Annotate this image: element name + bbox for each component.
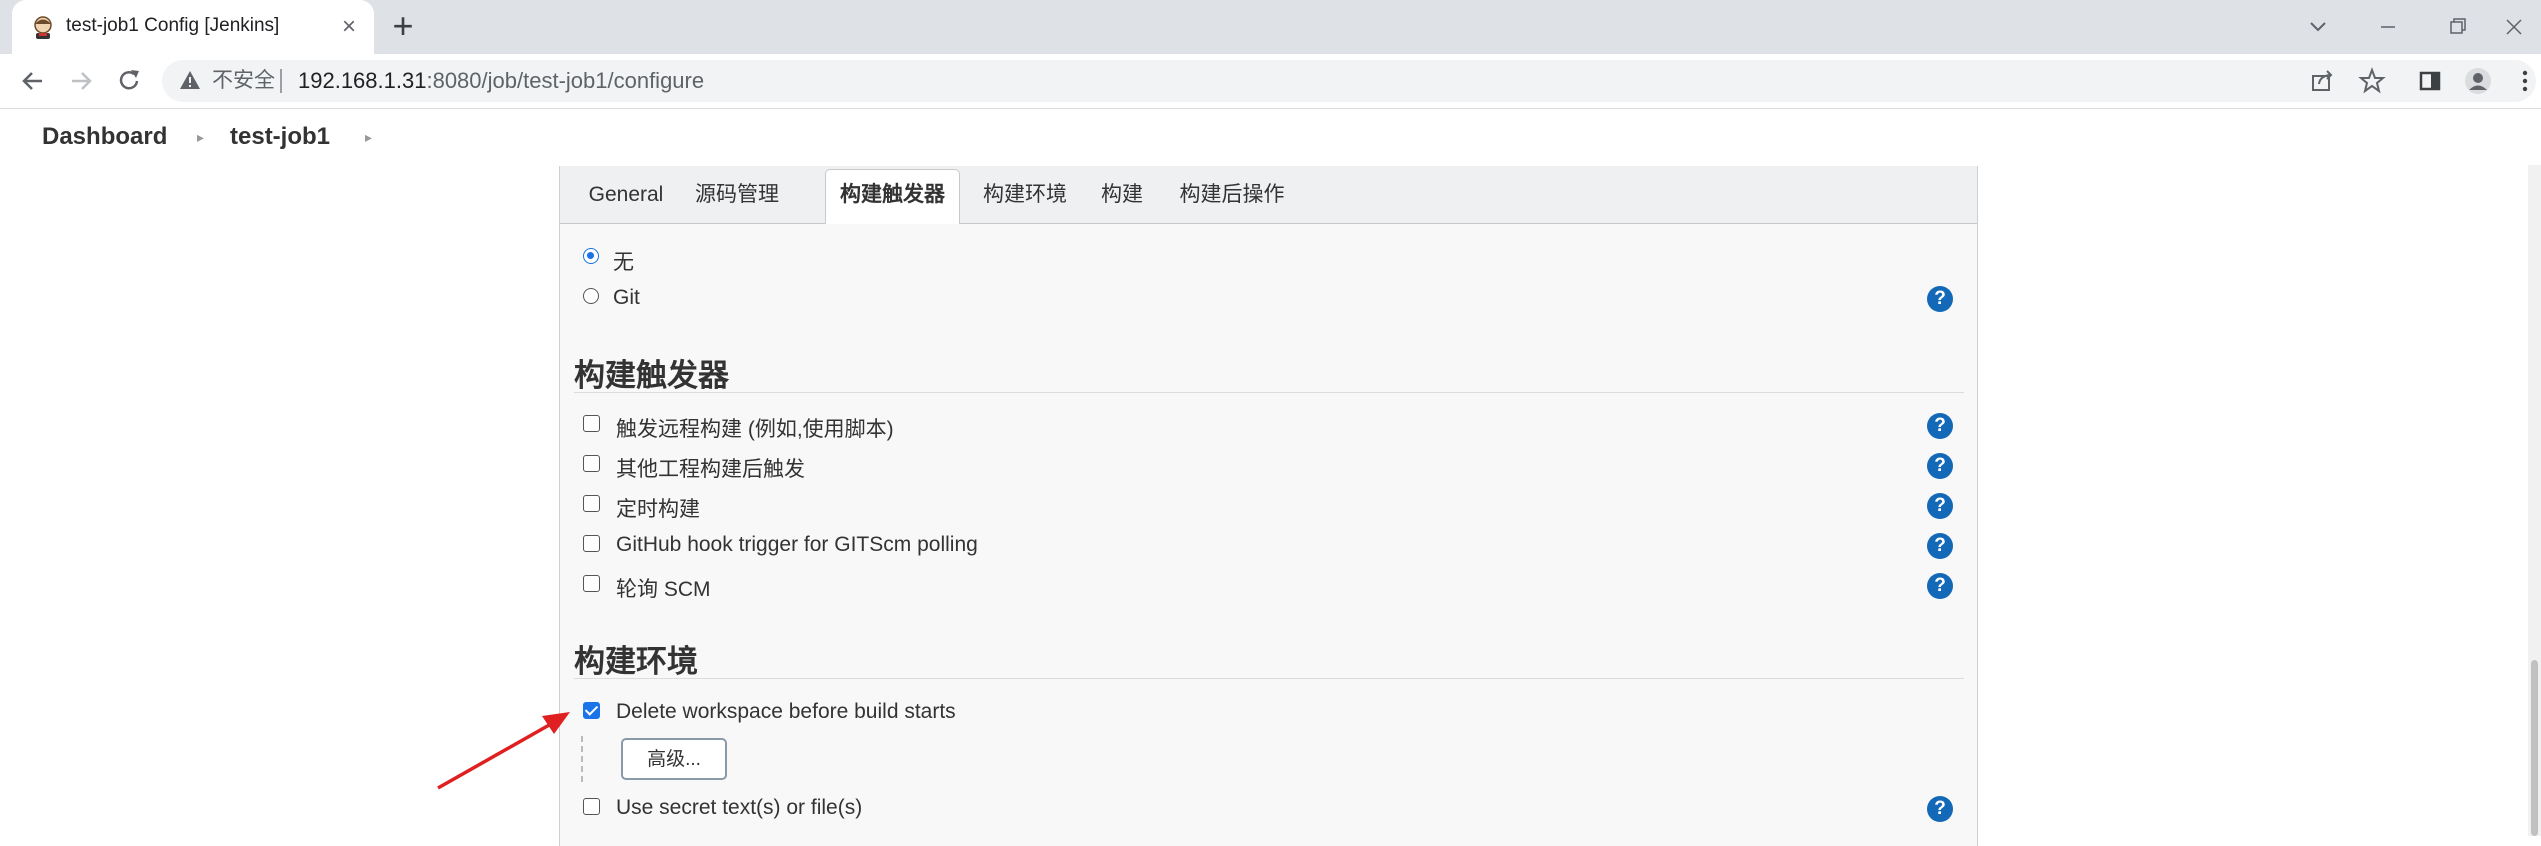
advanced-button[interactable]: 高级...	[621, 738, 727, 780]
annotation-arrow-icon	[437, 712, 570, 790]
help-icon[interactable]: ?	[1927, 573, 1953, 599]
section-title-environment: 构建环境	[574, 644, 698, 679]
back-icon[interactable]	[16, 64, 50, 98]
tab-build-triggers[interactable]: 构建触发器	[825, 169, 960, 224]
nested-options-guide	[581, 736, 583, 782]
star-icon[interactable]	[2356, 65, 2388, 97]
section-divider	[574, 678, 1964, 679]
tab-post-build[interactable]: 构建后操作	[1164, 166, 1300, 223]
reload-icon[interactable]	[112, 64, 146, 98]
url-path: :8080/job/test-job1/configure	[426, 68, 705, 93]
profile-icon[interactable]	[2462, 65, 2494, 97]
trigger-remote-checkbox[interactable]	[583, 415, 600, 432]
trigger-remote-label: 触发远程构建 (例如,使用脚本)	[616, 418, 894, 441]
tab-build[interactable]: 构建	[1092, 166, 1152, 223]
new-tab-button[interactable]: +	[386, 8, 420, 44]
sidebar-icon[interactable]	[2414, 65, 2446, 97]
tab-scm[interactable]: 源码管理	[686, 166, 788, 223]
warning-icon[interactable]	[178, 68, 202, 92]
insecure-label[interactable]: 不安全	[212, 60, 275, 102]
scm-none-label: 无	[613, 251, 634, 274]
help-icon[interactable]: ?	[1927, 796, 1953, 822]
scm-git-radio[interactable]	[583, 288, 599, 304]
breadcrumb: Dashboard ▸ test-job1 ▸	[0, 109, 2541, 165]
trigger-cron-checkbox[interactable]	[583, 495, 600, 512]
tab-close-icon[interactable]: ×	[336, 14, 362, 40]
breadcrumb-job[interactable]: test-job1	[230, 109, 330, 165]
delete-workspace-label: Delete workspace before build starts	[616, 700, 956, 723]
url-text[interactable]: 192.168.1.31:8080/job/test-job1/configur…	[298, 60, 704, 102]
trigger-upstream-label: 其他工程构建后触发	[616, 458, 805, 481]
tab-general[interactable]: General	[576, 166, 676, 223]
url-host: 192.168.1.31	[298, 68, 427, 93]
close-window-icon[interactable]	[2492, 8, 2536, 46]
help-icon[interactable]: ?	[1927, 493, 1953, 519]
secret-files-checkbox[interactable]	[583, 798, 600, 815]
menu-icon[interactable]	[2509, 65, 2541, 97]
help-icon[interactable]: ?	[1927, 413, 1953, 439]
scrollbar-thumb[interactable]	[2531, 660, 2538, 836]
forward-icon[interactable]	[64, 64, 98, 98]
trigger-github-hook-checkbox[interactable]	[583, 535, 600, 552]
config-panel: General 源码管理 构建触发器 构建环境 构建 构建后操作 无 Git ?…	[559, 166, 1978, 846]
trigger-poll-scm-checkbox[interactable]	[583, 575, 600, 592]
delete-workspace-checkbox[interactable]	[583, 702, 600, 719]
trigger-poll-scm-label: 轮询 SCM	[616, 578, 711, 601]
help-icon[interactable]: ?	[1927, 533, 1953, 559]
breadcrumb-chevron-icon[interactable]: ▸	[365, 109, 372, 165]
trigger-github-hook-label: GitHub hook trigger for GITScm polling	[616, 533, 978, 556]
scm-none-radio[interactable]	[583, 248, 599, 264]
breadcrumb-dashboard[interactable]: Dashboard	[42, 109, 167, 165]
help-icon[interactable]: ?	[1927, 286, 1953, 312]
browser-toolbar: 不安全 192.168.1.31:8080/job/test-job1/conf…	[0, 54, 2541, 109]
tab-title: test-job1 Config [Jenkins]	[66, 15, 280, 36]
share-icon[interactable]	[2306, 65, 2338, 97]
address-bar[interactable]: 不安全 192.168.1.31:8080/job/test-job1/conf…	[162, 60, 2536, 102]
tab-build-environment[interactable]: 构建环境	[973, 166, 1077, 223]
help-icon[interactable]: ?	[1927, 453, 1953, 479]
minimize-icon[interactable]	[2366, 8, 2410, 46]
browser-tab-strip: test-job1 Config [Jenkins] × +	[0, 0, 2541, 54]
section-title-triggers: 构建触发器	[574, 358, 729, 393]
trigger-upstream-checkbox[interactable]	[583, 455, 600, 472]
section-divider	[574, 392, 1964, 393]
address-separator	[280, 69, 282, 93]
config-tabs: General 源码管理 构建触发器 构建环境 构建 构建后操作	[560, 166, 1977, 224]
breadcrumb-chevron-icon[interactable]: ▸	[197, 109, 204, 165]
browser-tab[interactable]: test-job1 Config [Jenkins] ×	[12, 0, 374, 54]
restore-icon[interactable]	[2436, 8, 2480, 46]
secret-files-label: Use secret text(s) or file(s)	[616, 796, 863, 819]
tab-search-icon[interactable]	[2296, 8, 2340, 46]
jenkins-favicon	[34, 16, 52, 39]
trigger-cron-label: 定时构建	[616, 498, 700, 521]
scm-git-label: Git	[613, 286, 640, 309]
